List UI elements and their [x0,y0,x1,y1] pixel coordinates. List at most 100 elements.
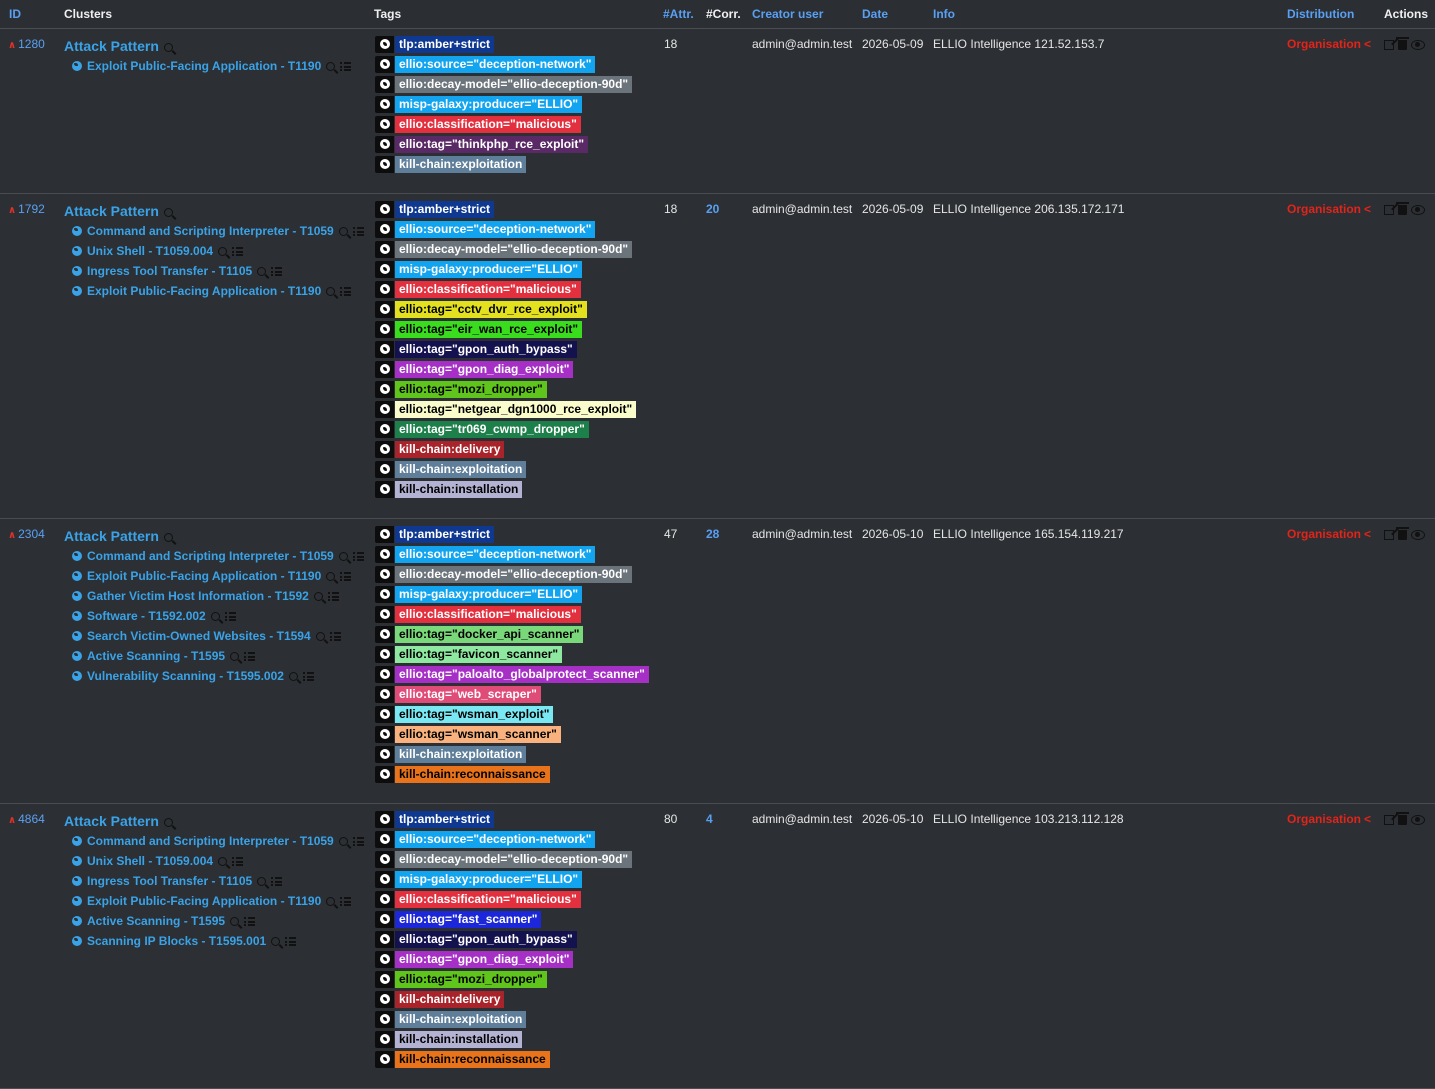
globe-icon[interactable] [375,991,394,1008]
tag-label[interactable]: ellio:source="deception-network" [395,221,596,238]
list-icon[interactable] [224,612,236,621]
cluster-link[interactable]: Ingress Tool Transfer - T1105 [87,874,252,888]
trash-icon[interactable] [1396,526,1409,540]
tag-label[interactable]: kill-chain:exploitation [395,746,527,763]
double-chevron-up-icon[interactable]: ∧ [8,40,16,51]
tag-label[interactable]: kill-chain:installation [395,481,523,498]
globe-icon[interactable] [375,766,394,783]
tag-label[interactable]: kill-chain:exploitation [395,1011,527,1028]
tag-label[interactable]: ellio:tag="eir_wan_rce_exploit" [395,321,583,338]
trash-icon[interactable] [1396,201,1409,215]
globe-icon[interactable] [375,36,394,53]
cluster-link[interactable]: Active Scanning - T1595 [87,649,225,663]
globe-icon[interactable] [375,566,394,583]
cluster-link[interactable]: Vulnerability Scanning - T1595.002 [87,669,284,683]
globe-icon[interactable] [375,401,394,418]
eye-icon[interactable] [1411,529,1425,540]
globe-icon[interactable] [375,261,394,278]
cluster-link[interactable]: Unix Shell - T1059.004 [87,244,213,258]
globe-icon[interactable] [375,381,394,398]
distribution-link[interactable]: Organisation [1287,527,1373,541]
globe-icon[interactable] [375,851,394,868]
list-icon[interactable] [244,917,256,926]
cluster-link[interactable]: Exploit Public-Facing Application - T119… [87,284,321,298]
search-icon[interactable] [315,632,325,641]
list-icon[interactable] [329,632,341,641]
search-icon[interactable] [257,267,267,276]
tag-label[interactable]: ellio:tag="tr069_cwmp_dropper" [395,421,589,438]
cluster-link[interactable]: Exploit Public-Facing Application - T119… [87,59,321,73]
list-icon[interactable] [340,62,352,71]
globe-icon[interactable] [375,726,394,743]
event-id-link[interactable]: ∧ 4864 [8,812,45,826]
event-id[interactable]: 4864 [18,812,45,826]
eye-icon[interactable] [1411,814,1425,825]
header-info[interactable]: Info [933,7,955,21]
globe-icon[interactable] [375,481,394,498]
galaxy-label[interactable]: Attack Pattern [64,203,159,219]
cluster-link[interactable]: Exploit Public-Facing Application - T119… [87,569,321,583]
trash-icon[interactable] [1396,811,1409,825]
globe-icon[interactable] [375,321,394,338]
double-chevron-up-icon[interactable]: ∧ [8,205,16,216]
distribution-link[interactable]: Organisation [1287,37,1373,51]
search-icon[interactable] [163,208,173,217]
tag-label[interactable]: ellio:decay-model="ellio-deception-90d" [395,241,633,258]
double-chevron-up-icon[interactable]: ∧ [8,815,16,826]
globe-icon[interactable] [375,56,394,73]
search-icon[interactable] [163,818,173,827]
globe-icon[interactable] [375,951,394,968]
search-icon[interactable] [313,592,323,601]
cluster-link[interactable]: Unix Shell - T1059.004 [87,854,213,868]
eye-icon[interactable] [1411,204,1425,215]
header-id[interactable]: ID [9,7,21,21]
globe-icon[interactable] [375,891,394,908]
event-id-link[interactable]: ∧ 2304 [8,527,45,541]
tag-label[interactable]: ellio:decay-model="ellio-deception-90d" [395,76,633,93]
list-icon[interactable] [244,652,256,661]
tag-label[interactable]: ellio:tag="mozi_dropper" [395,971,547,988]
tag-label[interactable]: misp-galaxy:producer="ELLIO" [395,871,583,888]
header-date[interactable]: Date [862,7,888,21]
globe-icon[interactable] [375,156,394,173]
search-icon[interactable] [338,227,348,236]
tag-label[interactable]: ellio:tag="thinkphp_rce_exploit" [395,136,589,153]
search-icon[interactable] [326,572,336,581]
list-icon[interactable] [352,837,364,846]
event-id[interactable]: 2304 [18,527,45,541]
galaxy-label[interactable]: Attack Pattern [64,528,159,544]
tag-label[interactable]: ellio:tag="mozi_dropper" [395,381,547,398]
list-icon[interactable] [340,572,352,581]
table-row[interactable]: ∧ 4864 Attack Pattern Command and Scripting… [0,804,1435,1089]
table-row[interactable]: ∧ 2304 Attack Pattern Command and Scripting… [0,519,1435,804]
tag-label[interactable]: kill-chain:exploitation [395,156,527,173]
edit-icon[interactable] [1384,204,1394,215]
tag-label[interactable]: ellio:tag="wsman_scanner" [395,726,561,743]
search-icon[interactable] [163,533,173,542]
globe-icon[interactable] [375,421,394,438]
tag-label[interactable]: tlp:amber+strict [395,36,495,53]
globe-icon[interactable] [375,136,394,153]
list-icon[interactable] [232,247,244,256]
eye-icon[interactable] [1411,39,1425,50]
globe-icon[interactable] [375,1011,394,1028]
tag-label[interactable]: misp-galaxy:producer="ELLIO" [395,261,583,278]
event-id[interactable]: 1280 [18,37,45,51]
globe-icon[interactable] [375,811,394,828]
header-distribution[interactable]: Distribution [1287,7,1354,21]
tag-label[interactable]: tlp:amber+strict [395,201,495,218]
tag-label[interactable]: tlp:amber+strict [395,811,495,828]
list-icon[interactable] [340,287,352,296]
globe-icon[interactable] [375,666,394,683]
correlation-count[interactable]: 28 [706,527,719,541]
tag-label[interactable]: tlp:amber+strict [395,526,495,543]
event-id-link[interactable]: ∧ 1792 [8,202,45,216]
tag-label[interactable]: ellio:tag="netgear_dgn1000_rce_exploit" [395,401,637,418]
globe-icon[interactable] [375,1031,394,1048]
tag-label[interactable]: ellio:source="deception-network" [395,56,596,73]
tag-label[interactable]: ellio:tag="wsman_exploit" [395,706,554,723]
globe-icon[interactable] [375,586,394,603]
trash-icon[interactable] [1396,36,1409,50]
cluster-link[interactable]: Active Scanning - T1595 [87,914,225,928]
globe-icon[interactable] [375,706,394,723]
